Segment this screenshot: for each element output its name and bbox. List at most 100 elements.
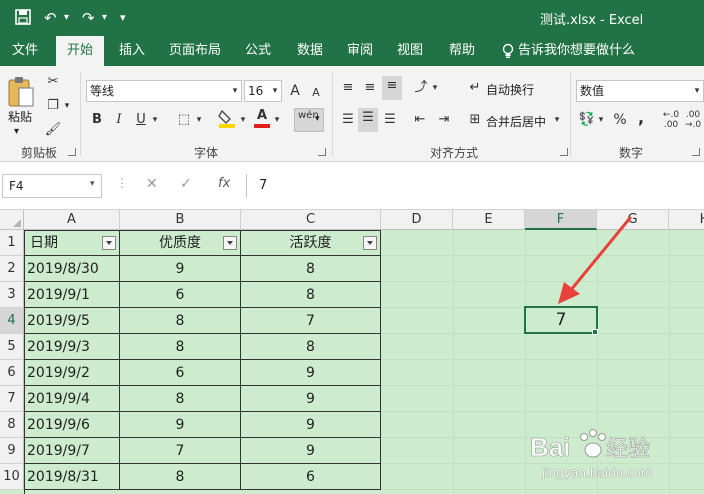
tab-view[interactable]: 视图 <box>390 36 430 66</box>
orientation-dropdown-icon[interactable]: ▾ <box>430 78 440 98</box>
align-center-icon[interactable]: ☰ <box>358 108 378 132</box>
tab-formulas[interactable]: 公式 <box>238 36 278 66</box>
align-right-icon[interactable]: ☰ <box>382 110 398 130</box>
date-cell[interactable]: 2019/8/30 <box>24 256 120 282</box>
underline-icon[interactable]: U <box>134 110 148 130</box>
date-cell[interactable]: 2019/9/4 <box>24 386 120 412</box>
activity-cell[interactable]: 8 <box>241 334 381 360</box>
merge-center-button[interactable]: 合并后居中 <box>486 113 546 130</box>
column-header-e[interactable]: E <box>453 210 525 230</box>
comma-style-icon[interactable]: , <box>634 108 648 128</box>
accounting-dropdown-icon[interactable]: ▾ <box>596 110 606 130</box>
bold-icon[interactable]: B <box>90 110 104 130</box>
paste-label[interactable]: 粘贴 <box>8 108 32 125</box>
increase-decimal-icon[interactable]: ←.0.00 <box>662 110 680 130</box>
row-header[interactable]: 4 <box>0 308 24 334</box>
date-cell[interactable]: 2019/9/2 <box>24 360 120 386</box>
paste-dropdown-icon[interactable]: ▾ <box>14 126 19 137</box>
font-size-dropdown-icon[interactable]: ▾ <box>270 81 280 101</box>
quality-cell[interactable]: 9 <box>120 412 241 438</box>
fill-handle[interactable] <box>592 329 598 335</box>
tab-help[interactable]: 帮助 <box>442 36 482 66</box>
quality-cell[interactable]: 8 <box>120 464 241 490</box>
shrink-font-icon[interactable]: A <box>310 83 322 103</box>
date-cell[interactable]: 2019/9/6 <box>24 412 120 438</box>
copy-icon[interactable]: ❐ <box>44 96 62 116</box>
activity-cell[interactable]: 8 <box>241 282 381 308</box>
fill-color-dropdown-icon[interactable]: ▾ <box>238 110 248 130</box>
underline-dropdown-icon[interactable]: ▾ <box>150 110 160 130</box>
save-icon[interactable] <box>14 8 32 31</box>
select-all-button[interactable] <box>0 210 24 230</box>
tab-file[interactable]: 文件 <box>4 36 46 66</box>
tab-page-layout[interactable]: 页面布局 <box>164 36 226 66</box>
column-header-h[interactable]: H <box>669 210 704 230</box>
column-header-d[interactable]: D <box>381 210 453 230</box>
quality-cell[interactable]: 8 <box>120 386 241 412</box>
clipboard-launcher-icon[interactable] <box>68 148 76 156</box>
column-header-c[interactable]: C <box>241 210 381 230</box>
row-header[interactable]: 6 <box>0 360 24 386</box>
accounting-format-icon[interactable]: 💱 <box>578 110 596 130</box>
font-name-dropdown-icon[interactable]: ▾ <box>230 81 240 101</box>
customize-qat-icon[interactable]: ▾ <box>120 8 126 28</box>
cut-icon[interactable]: ✂ <box>44 72 62 92</box>
merge-dropdown-icon[interactable]: ▾ <box>552 110 562 130</box>
align-bottom-icon[interactable]: ≡ <box>382 76 402 100</box>
name-box-dropdown-icon[interactable]: ▾ <box>90 179 95 189</box>
number-format-dropdown-icon[interactable]: ▾ <box>692 81 702 101</box>
column-header-a[interactable]: A <box>24 210 120 230</box>
activity-cell[interactable]: 9 <box>241 360 381 386</box>
enter-icon[interactable]: ✓ <box>180 176 192 192</box>
font-color-icon[interactable]: A <box>254 108 270 128</box>
decrease-indent-icon[interactable]: ⇤ <box>412 110 428 130</box>
activity-cell[interactable]: 7 <box>241 308 381 334</box>
row-header[interactable]: 7 <box>0 386 24 412</box>
date-cell[interactable]: 2019/8/31 <box>24 464 120 490</box>
quality-cell[interactable]: 8 <box>120 308 241 334</box>
active-cell[interactable]: 7 <box>524 306 598 334</box>
header-cell[interactable]: 活跃度 <box>241 230 381 256</box>
decrease-decimal-icon[interactable]: .00 →.0 <box>684 110 702 130</box>
font-name-select[interactable]: 等线 <box>86 80 242 102</box>
worksheet-grid[interactable]: A B C D E F G H 1 2 3 4 5 6 7 8 9 10 日期 … <box>0 210 704 494</box>
wrap-text-button[interactable]: 自动换行 <box>486 81 534 98</box>
number-format-select[interactable]: 数值 <box>576 80 704 102</box>
tab-review[interactable]: 审阅 <box>340 36 380 66</box>
activity-cell[interactable]: 9 <box>241 386 381 412</box>
date-cell[interactable]: 2019/9/5 <box>24 308 120 334</box>
tell-me-search[interactable]: 告诉我你想要做什么 <box>518 36 635 66</box>
activity-cell[interactable]: 9 <box>241 412 381 438</box>
italic-icon[interactable]: I <box>112 110 126 130</box>
row-header[interactable]: 9 <box>0 438 24 464</box>
quality-cell[interactable]: 7 <box>120 438 241 464</box>
activity-cell[interactable]: 8 <box>241 256 381 282</box>
increase-indent-icon[interactable]: ⇥ <box>436 110 452 130</box>
undo-dropdown-icon[interactable]: ▾ <box>64 8 69 28</box>
quality-cell[interactable]: 8 <box>120 334 241 360</box>
row-header[interactable]: 3 <box>0 282 24 308</box>
format-painter-icon[interactable]: 🖌 <box>44 120 62 140</box>
align-top-icon[interactable]: ≡ <box>340 78 356 98</box>
date-cell[interactable]: 2019/9/3 <box>24 334 120 360</box>
tab-home[interactable]: 开始 <box>56 36 104 66</box>
orientation-icon[interactable]: ⤴ <box>412 78 430 98</box>
header-cell[interactable]: 日期 <box>24 230 120 256</box>
wrap-text-icon[interactable]: ↵ <box>466 78 484 98</box>
align-middle-icon[interactable]: ≡ <box>362 78 378 98</box>
percent-style-icon[interactable]: % <box>612 110 628 130</box>
number-launcher-icon[interactable] <box>692 148 700 156</box>
column-header-b[interactable]: B <box>120 210 241 230</box>
tab-data[interactable]: 数据 <box>290 36 330 66</box>
formula-bar-grip-icon[interactable]: ⋮ <box>116 176 128 190</box>
quality-cell[interactable]: 6 <box>120 282 241 308</box>
phonetic-guide-button[interactable]: wén ▾ <box>294 108 324 132</box>
header-cell[interactable]: 优质度 <box>120 230 241 256</box>
undo-icon[interactable]: ↶ <box>44 8 57 28</box>
align-left-icon[interactable]: ☰ <box>340 110 356 130</box>
row-header[interactable]: 10 <box>0 464 24 490</box>
date-cell[interactable]: 2019/9/1 <box>24 282 120 308</box>
redo-dropdown-icon[interactable]: ▾ <box>102 8 107 28</box>
formula-input[interactable]: 7 <box>246 174 704 198</box>
merge-center-icon[interactable]: ⊞ <box>466 110 484 130</box>
